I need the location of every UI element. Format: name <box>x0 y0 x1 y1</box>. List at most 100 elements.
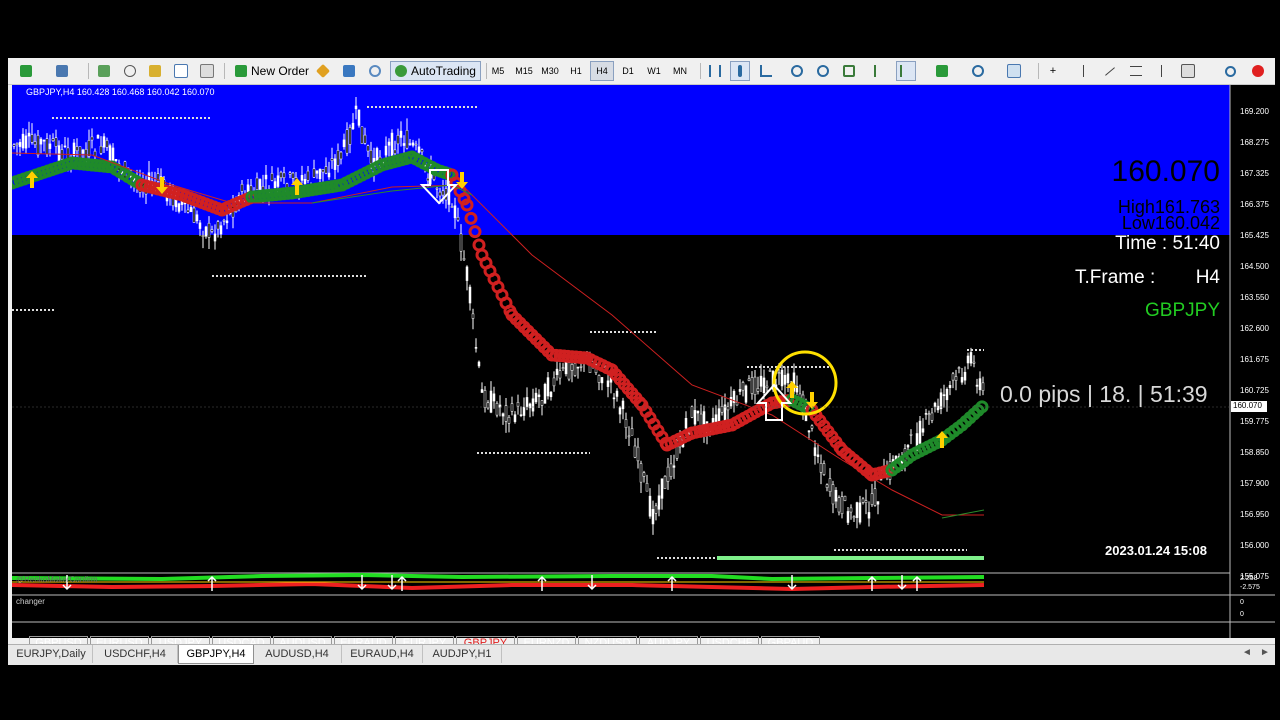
tf-m30[interactable]: M30 <box>538 61 562 81</box>
chart-tab[interactable]: AUDJPY,H1 <box>423 645 502 663</box>
metaeditor-icon[interactable] <box>313 61 333 81</box>
candle-body <box>516 402 520 407</box>
candle-body <box>738 389 742 392</box>
templates-icon[interactable] <box>1004 61 1024 81</box>
candle-body <box>213 233 217 242</box>
candle-body <box>810 425 814 429</box>
candle-body <box>504 405 508 422</box>
candle-body <box>240 183 244 192</box>
tab-scroll-right-icon[interactable]: ► <box>1260 647 1270 658</box>
candle-body <box>816 454 820 457</box>
chart-window[interactable]: GBPJPY,H4 160.428 160.468 160.042 160.07… <box>12 85 1275 663</box>
candle-body <box>321 169 325 173</box>
indicators-icon[interactable] <box>932 61 952 81</box>
price-axis-label: 168.275 <box>1240 138 1269 147</box>
candle-body <box>102 136 106 148</box>
candle-body <box>495 403 499 416</box>
candlestick-icon[interactable] <box>730 61 750 81</box>
candle-body <box>837 497 841 513</box>
auto-scroll-icon[interactable] <box>896 61 916 81</box>
bar-chart-icon[interactable] <box>705 61 725 81</box>
candle-body <box>36 135 40 156</box>
crosshair-icon[interactable]: + <box>1043 61 1063 81</box>
candle-body <box>264 174 268 180</box>
candle-body <box>468 286 472 304</box>
candle-body <box>543 384 547 404</box>
candle-body <box>396 135 400 145</box>
tf-m15[interactable]: M15 <box>512 61 536 81</box>
candle-body <box>735 402 739 406</box>
strategy-tester-icon[interactable] <box>197 61 217 81</box>
trendline-icon[interactable] <box>1100 61 1120 81</box>
candle-body <box>831 484 835 505</box>
tf-w1[interactable]: W1 <box>642 61 666 81</box>
tf-mn[interactable]: MN <box>668 61 692 81</box>
vertical-line-icon[interactable] <box>1074 61 1094 81</box>
candle-body <box>981 382 985 391</box>
pips-display: 0.0 pips | 18. | 51:39 <box>1000 381 1208 407</box>
candle-body <box>492 393 496 402</box>
new-chart-icon[interactable] <box>16 61 36 81</box>
tab-scroll-left-icon[interactable]: ◄ <box>1242 647 1252 658</box>
text-label-icon[interactable] <box>1178 61 1198 81</box>
candle-body <box>99 145 103 154</box>
zoom-out-icon[interactable] <box>813 61 833 81</box>
candle-body <box>210 229 214 232</box>
candle-body <box>465 266 469 281</box>
tile-windows-icon[interactable] <box>839 61 859 81</box>
data-window-icon[interactable] <box>145 61 165 81</box>
tf-h1[interactable]: H1 <box>564 61 588 81</box>
candle-body <box>63 145 67 148</box>
fibonacci-icon[interactable] <box>1126 61 1146 81</box>
chart-shift-icon[interactable] <box>870 61 890 81</box>
line-chart-icon[interactable] <box>756 61 776 81</box>
candle-body <box>312 168 316 178</box>
candle-body <box>552 377 556 387</box>
candle-body <box>315 170 319 174</box>
profiles-icon[interactable] <box>52 61 72 81</box>
new-order-button[interactable]: New Order <box>230 61 314 81</box>
divider-tool-icon[interactable] <box>1152 61 1172 81</box>
tf-m5[interactable]: M5 <box>486 61 510 81</box>
candle-body <box>954 376 958 381</box>
candle-body <box>966 355 970 364</box>
candle-body <box>612 397 616 400</box>
chart-tab[interactable]: EURJPY,Daily <box>10 645 93 663</box>
candle-body <box>75 146 79 152</box>
candle-body <box>105 140 109 148</box>
chart-tab[interactable]: USDCHF,H4 <box>93 645 178 663</box>
candle-body <box>246 184 250 193</box>
candle-body <box>81 149 85 154</box>
tf-d1[interactable]: D1 <box>616 61 640 81</box>
tf-h4[interactable]: H4 <box>590 61 614 81</box>
price-axis-label: 166.375 <box>1240 200 1269 209</box>
price-axis-label: 164.500 <box>1240 262 1269 271</box>
zoom-in-icon[interactable] <box>787 61 807 81</box>
autotrading-label: AutoTrading <box>411 64 476 78</box>
terminal-icon[interactable] <box>171 61 191 81</box>
candle-body <box>27 132 31 137</box>
periods-clock-icon[interactable] <box>968 61 988 81</box>
candle-body <box>12 144 16 147</box>
notification-icon[interactable] <box>1248 61 1268 81</box>
candle-body <box>510 403 514 412</box>
chart-tab[interactable]: GBPJPY,H4 <box>178 645 254 664</box>
autotrading-button[interactable]: AutoTrading <box>390 61 481 81</box>
market-icon[interactable] <box>339 61 359 81</box>
market-watch-icon[interactable] <box>94 61 114 81</box>
current-price-tag: 160.070 <box>1233 401 1262 410</box>
candle-body <box>828 478 832 492</box>
price-axis-label: 162.600 <box>1240 324 1269 333</box>
navigator-icon[interactable] <box>120 61 140 81</box>
candle-body <box>561 367 565 369</box>
signals-icon[interactable] <box>365 61 385 81</box>
candle-body <box>276 175 280 187</box>
search-icon[interactable] <box>1220 61 1240 81</box>
candle-body <box>318 168 322 179</box>
candle-body <box>255 177 259 190</box>
chart-tab[interactable]: AUDUSD,H4 <box>253 645 342 663</box>
candle-body <box>456 217 460 221</box>
candle-body <box>972 361 976 364</box>
chart-tab[interactable]: EURAUD,H4 <box>342 645 423 663</box>
candle-body <box>957 367 961 369</box>
